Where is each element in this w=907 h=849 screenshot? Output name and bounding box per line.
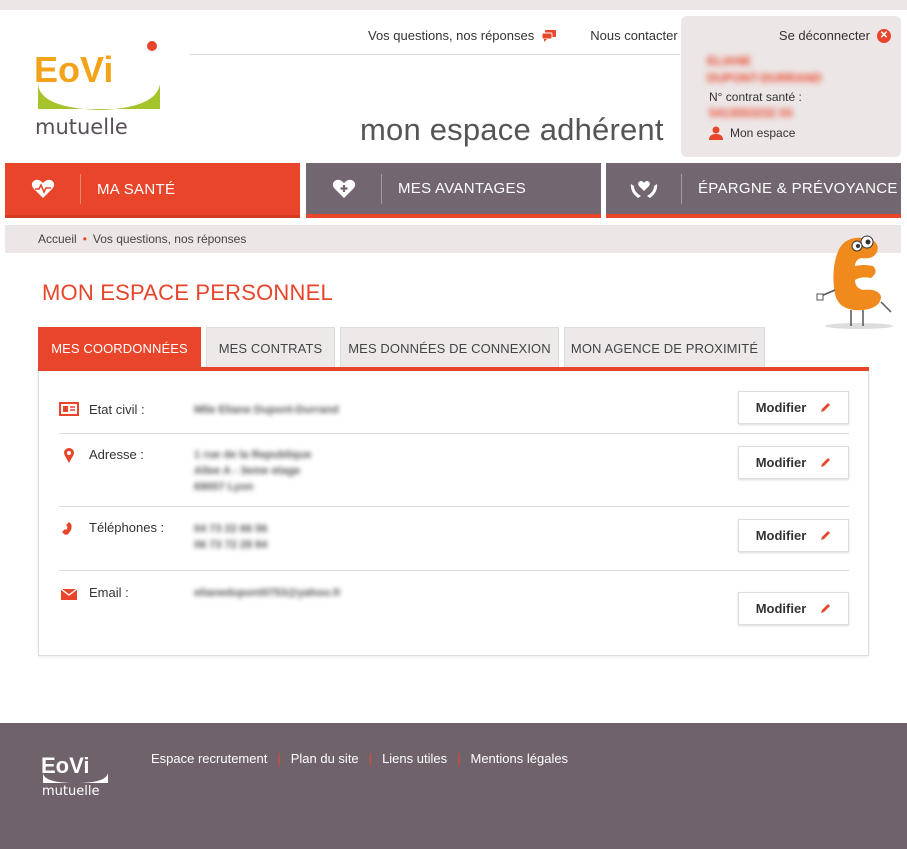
logout-label: Se déconnecter xyxy=(778,28,870,43)
modify-email-button[interactable]: Modifier xyxy=(738,592,849,625)
user-box: Se déconnecter ✕ ELIANE DUPONT-DURRAND N… xyxy=(681,16,901,157)
address-line-2: Allee A - 3eme etage xyxy=(194,465,301,477)
footer-link-recrutement[interactable]: Espace recrutement xyxy=(151,751,267,766)
modify-label: Modifier xyxy=(755,601,807,616)
modify-telephones-button[interactable]: Modifier xyxy=(738,519,849,552)
chat-icon xyxy=(542,29,557,42)
footer-logo-letters: EoVi xyxy=(41,753,90,778)
nav-epargne-label: ÉPARGNE & PRÉVOYANCE xyxy=(698,180,898,197)
modify-etat-civil-button[interactable]: Modifier xyxy=(738,391,849,424)
row-email: Email : elianedupont0753@yahoo.fr Modifi… xyxy=(59,571,849,651)
email-value: elianedupont0753@yahoo.fr xyxy=(194,587,342,599)
breadcrumb-separator: • xyxy=(82,232,87,246)
coordinates-panel: Etat civil : Mlle Eliane Dupont-Durrand … xyxy=(38,371,869,656)
top-links: Vos questions, nos réponses Nous contact… xyxy=(368,28,699,43)
footer-link-plan[interactable]: Plan du site xyxy=(291,751,359,766)
main-nav: MA SANTÉ MES AVANTAGES ÉPARGNE & PRÉVOYA… xyxy=(5,163,901,218)
breadcrumb: Accueil • Vos questions, nos réponses xyxy=(5,225,901,253)
tab-mon-agence[interactable]: MON AGENCE DE PROXIMITÉ xyxy=(564,327,765,369)
eovi-logo[interactable]: EoVi mutuelle xyxy=(30,38,170,138)
user-last-name: DUPONT-DURRAND xyxy=(707,71,822,85)
close-icon: ✕ xyxy=(877,28,891,43)
top-strip xyxy=(0,0,907,10)
row-label: Etat civil : xyxy=(89,402,145,417)
footer-logo-sub: mutuelle xyxy=(42,784,99,799)
site-title: mon espace adhérent xyxy=(360,112,664,147)
pencil-icon xyxy=(821,531,831,540)
footer-links: Espace recrutement | Plan du site | Lien… xyxy=(151,751,568,766)
faq-link-label: Vos questions, nos réponses xyxy=(368,28,535,43)
heart-pulse-icon xyxy=(31,179,54,198)
row-adresse: Adresse : 1 rue de la Republique Allee A… xyxy=(59,434,849,506)
modify-label: Modifier xyxy=(755,528,807,543)
mascot-illustration xyxy=(816,235,893,329)
modify-label: Modifier xyxy=(755,455,807,470)
phone-icon xyxy=(62,522,72,535)
user-first-name: ELIANE xyxy=(707,54,752,68)
etat-civil-value: Mlle Eliane Dupont-Durrand xyxy=(194,404,339,416)
location-pin-icon xyxy=(64,448,74,463)
id-card-icon xyxy=(59,402,79,416)
row-label: Téléphones : xyxy=(89,520,165,535)
address-line-1: 1 rue de la Republique xyxy=(194,449,312,461)
nav-epargne-prevoyance[interactable]: ÉPARGNE & PRÉVOYANCE xyxy=(606,163,901,218)
row-label: Email : xyxy=(89,585,129,600)
breadcrumb-home[interactable]: Accueil xyxy=(38,232,77,246)
footer-separator: | xyxy=(277,751,281,766)
pencil-icon xyxy=(821,458,831,467)
pencil-icon xyxy=(821,604,831,613)
envelope-icon xyxy=(60,588,78,600)
row-etat-civil: Etat civil : Mlle Eliane Dupont-Durrand … xyxy=(59,371,849,433)
tab-mes-donnees-connexion[interactable]: MES DONNÉES DE CONNEXION xyxy=(340,327,559,369)
nav-ma-sante-label: MA SANTÉ xyxy=(97,180,176,198)
hands-heart-icon xyxy=(630,180,657,198)
footer-separator: | xyxy=(457,751,461,766)
contract-number: 5413553232 03 xyxy=(709,106,793,120)
nav-ma-sante[interactable]: MA SANTÉ xyxy=(5,163,300,218)
row-telephones: Téléphones : 04 73 22 66 56 06 73 72 28 … xyxy=(59,507,849,570)
my-space-label: Mon espace xyxy=(730,126,796,140)
user-icon xyxy=(709,126,723,140)
breadcrumb-current: Vos questions, nos réponses xyxy=(92,232,247,246)
logo-sub: mutuelle xyxy=(35,115,128,138)
contract-label: N° contrat santé : xyxy=(709,90,802,104)
phone-1: 04 73 22 66 56 xyxy=(194,523,268,535)
address-line-3: 69007 Lyon xyxy=(194,481,254,493)
logo-letters: EoVi xyxy=(34,49,113,90)
faq-link[interactable]: Vos questions, nos réponses xyxy=(368,28,557,43)
row-label: Adresse : xyxy=(89,447,144,462)
footer-logo[interactable]: EoVi mutuelle xyxy=(40,743,112,799)
modify-adresse-button[interactable]: Modifier xyxy=(738,446,849,479)
heart-plus-icon xyxy=(332,179,355,198)
nav-mes-avantages-label: MES AVANTAGES xyxy=(398,180,527,197)
footer-separator: | xyxy=(368,751,373,766)
nav-mes-avantages[interactable]: MES AVANTAGES xyxy=(306,163,601,218)
footer-link-mentions[interactable]: Mentions légales xyxy=(471,751,569,766)
contact-link-label: Nous contacter xyxy=(590,28,678,43)
footer-link-liens[interactable]: Liens utiles xyxy=(382,751,447,766)
tab-mes-coordonnees[interactable]: MES COORDONNÉES xyxy=(38,327,201,369)
my-space-link[interactable]: Mon espace xyxy=(709,126,795,140)
pencil-icon xyxy=(821,403,831,412)
header-divider xyxy=(190,54,680,55)
footer: EoVi mutuelle Espace recrutement | Plan … xyxy=(0,723,907,849)
phone-2: 06 73 72 28 84 xyxy=(194,539,268,551)
logout-button[interactable]: Se déconnecter ✕ xyxy=(779,28,891,43)
page-title: MON ESPACE PERSONNEL xyxy=(42,280,333,305)
tab-mes-contrats[interactable]: MES CONTRATS xyxy=(206,327,335,369)
modify-label: Modifier xyxy=(755,400,807,415)
